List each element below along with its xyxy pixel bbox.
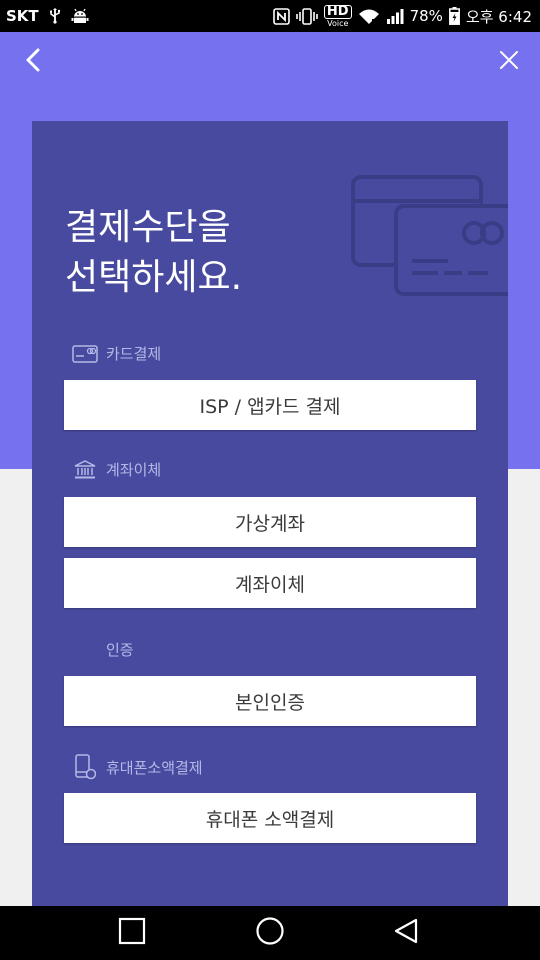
signal-icon [386,8,404,25]
section-auth-label: 인증 [72,639,134,660]
recent-apps-icon [118,917,146,949]
credit-cards-illustration-icon [338,173,508,307]
page-title: 결제수단을 선택하세요. [65,207,243,299]
wifi-icon [358,8,380,25]
android-debug-icon [71,8,89,24]
nfc-icon [273,7,290,25]
bank-transfer-button[interactable]: 계좌이체 [64,558,476,608]
status-bar: SKT HD Voice 78% 오후 6:42 [0,0,540,32]
back-button[interactable] [18,47,48,77]
section-card-text: 카드결제 [106,345,162,363]
mobile-micropayment-button[interactable]: 휴대폰 소액결제 [64,793,476,843]
carrier-label: SKT [6,7,39,25]
recent-apps-button[interactable] [102,906,162,960]
isp-appcard-button[interactable]: ISP / 앱카드 결제 [64,380,476,430]
payment-method-panel: 결제수단을 선택하세요. 카드결제 ISP / 앱카드 결제 계좌이체 가상계좌… [32,121,508,906]
chevron-left-icon [25,48,41,76]
identity-verification-button[interactable]: 본인인증 [64,676,476,726]
battery-icon [448,7,460,25]
hd-label: HD [323,4,352,19]
system-nav-bar [0,906,540,960]
close-icon [499,50,519,74]
clock: 오후 6:42 [465,7,532,26]
battery-percent: 78% [409,7,443,25]
section-card-label: 카드결제 [72,343,161,364]
section-bank-text: 계좌이체 [106,461,162,479]
virtual-account-button[interactable]: 가상계좌 [64,497,476,547]
usb-icon [47,8,63,24]
bank-icon [72,459,98,480]
credit-card-icon [72,344,98,363]
voice-label: Voice [327,18,349,28]
home-button[interactable] [240,906,300,960]
vibrate-icon [296,7,318,25]
back-triangle-icon [392,917,420,949]
hd-voice-indicator: HD Voice [323,4,352,28]
system-back-button[interactable] [376,906,436,960]
close-button[interactable] [494,47,524,77]
section-auth-text: 인증 [106,641,134,659]
section-phone-text: 휴대폰소액결제 [106,758,203,777]
section-phone-label: 휴대폰소액결제 [72,754,203,780]
home-icon [255,916,285,950]
mobile-phone-icon [72,754,98,780]
section-bank-label: 계좌이체 [72,459,161,480]
